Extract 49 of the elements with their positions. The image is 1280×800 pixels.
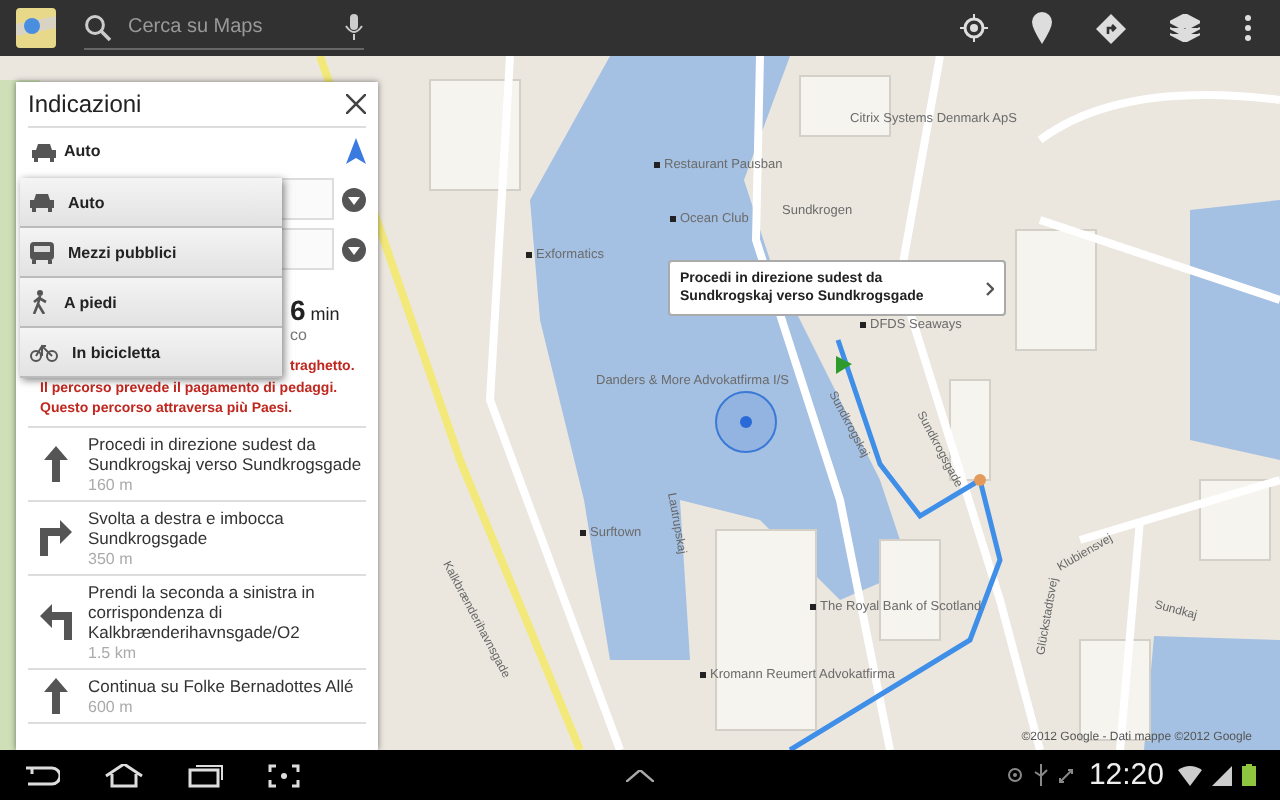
direction-step[interactable]: Prendi la seconda a sinistra in corrispondenza di Kalkbrænderihavnsgade/O2 1.5 km — [28, 575, 366, 669]
bus-icon — [30, 241, 54, 263]
panel-title: Indicazioni — [28, 90, 142, 118]
direction-step[interactable]: Svolta a destra e imbocca Sundkrogsgade 350 m — [28, 501, 366, 575]
microphone-icon[interactable] — [344, 13, 364, 41]
travel-mode-option[interactable]: A piedi — [20, 278, 282, 328]
waypoint-icon — [974, 474, 986, 486]
wifi-icon — [1178, 765, 1202, 785]
directions-icon[interactable] — [1096, 13, 1126, 43]
travel-mode-option[interactable]: Mezzi pubblici — [20, 228, 282, 278]
recent-apps-icon[interactable] — [188, 763, 224, 787]
straight-arrow-icon — [40, 677, 72, 713]
screenshot-icon[interactable] — [268, 763, 300, 787]
battery-icon — [1242, 764, 1256, 786]
map-pin-icon[interactable] — [1032, 12, 1052, 44]
direction-step[interactable]: Continua su Folke Bernadottes Allé 600 m — [28, 669, 366, 723]
usb-icon — [1034, 764, 1049, 786]
back-icon[interactable] — [24, 765, 60, 785]
travel-mode-option[interactable]: In bicicletta — [20, 328, 282, 378]
travel-time: 6 min — [290, 294, 342, 326]
walking-person-icon — [30, 290, 50, 314]
signal-icon — [1212, 765, 1232, 785]
route-subtitle: co — [290, 326, 309, 344]
car-icon — [30, 192, 54, 212]
dropdown-icon[interactable] — [342, 187, 366, 211]
turn-left-arrow-icon — [40, 603, 72, 639]
start-flag-icon — [836, 356, 852, 374]
clock: 12:20 — [1088, 758, 1164, 792]
direction-step[interactable]: Procedi in direzione sudest da Sundkrogskaj verso Sundkrogsgade 160 m — [28, 427, 366, 501]
sync-icon — [1058, 767, 1075, 783]
travel-mode-option[interactable]: Auto — [20, 178, 282, 228]
search-field[interactable]: Cerca su Maps — [124, 14, 332, 40]
turn-right-arrow-icon — [40, 519, 72, 555]
car-icon — [32, 141, 56, 161]
my-location-marker-icon — [715, 391, 777, 453]
caret-up-icon[interactable] — [626, 770, 654, 782]
search-icon — [84, 13, 112, 41]
straight-arrow-icon — [40, 445, 72, 481]
layers-icon[interactable] — [1170, 14, 1200, 42]
overflow-menu-icon[interactable] — [1244, 14, 1252, 42]
my-location-icon[interactable] — [960, 14, 988, 42]
travel-mode-selector[interactable]: Auto — [28, 141, 101, 161]
bicycle-icon — [30, 342, 58, 362]
dropdown-icon[interactable] — [342, 237, 366, 261]
gps-icon — [1006, 766, 1025, 784]
home-icon[interactable] — [104, 763, 144, 787]
chevron-right-icon — [986, 282, 994, 296]
close-icon[interactable] — [346, 94, 366, 114]
navigation-arrow-icon[interactable] — [346, 138, 366, 164]
